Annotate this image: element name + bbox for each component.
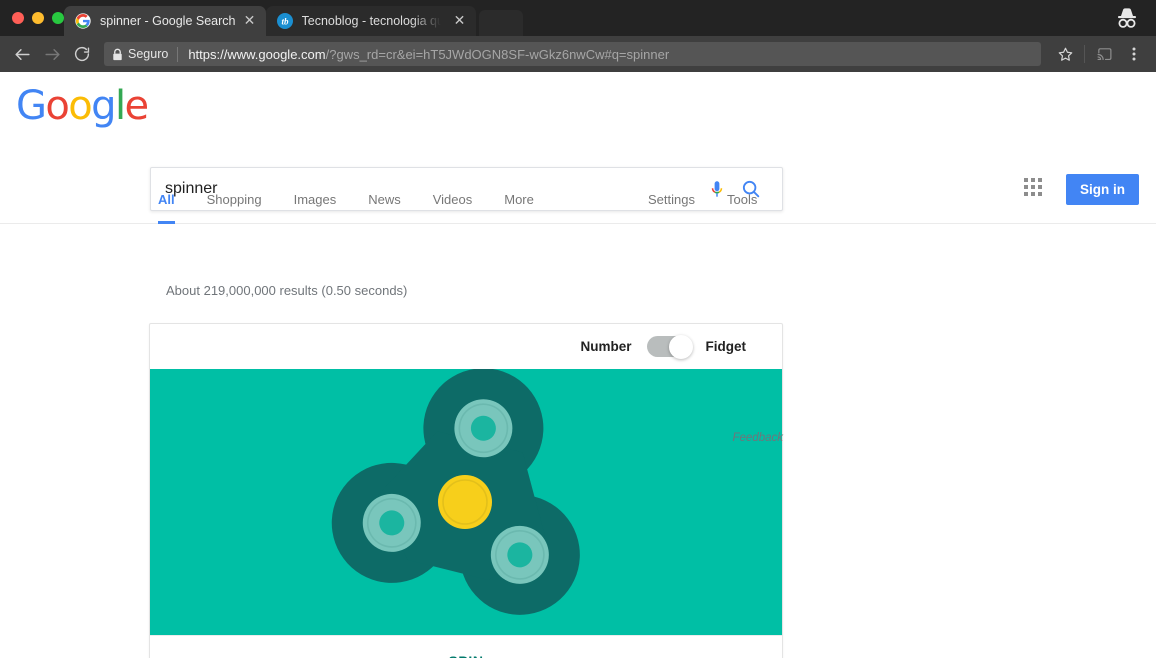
google-header: Google spinner Sign in: [0, 70, 1156, 211]
svg-text:tb: tb: [281, 17, 289, 27]
omnibox-divider: [177, 46, 179, 62]
tab-news[interactable]: News: [352, 176, 417, 224]
logo-letter-g: g: [91, 83, 116, 129]
spin-button[interactable]: SPIN: [448, 653, 483, 658]
url-path: /?gws_rd=cr&ei=hT5JWdOGN8SF-wGkz6nwCw#q=…: [325, 46, 670, 62]
lock-icon: [112, 48, 123, 61]
browser-tab-inactive[interactable]: tb Tecnoblog - tecnologia que int ✕: [265, 6, 476, 36]
tab-images[interactable]: Images: [278, 176, 353, 224]
secure-label: Seguro: [128, 47, 169, 61]
tab-title: spinner - Google Search: [100, 14, 236, 28]
spinner-stage[interactable]: [150, 369, 782, 635]
toolbar-divider: [1084, 45, 1085, 63]
number-fidget-toggle[interactable]: [646, 334, 693, 359]
button-tools[interactable]: Tools: [711, 176, 773, 224]
minimize-window-button[interactable]: [32, 12, 44, 24]
close-window-button[interactable]: [12, 12, 24, 24]
address-bar[interactable]: Seguro https://www.google.com/?gws_rd=cr…: [104, 42, 1041, 66]
search-nav-bar: All Shopping Images News Videos More Set…: [0, 176, 1156, 224]
browser-window: spinner - Google Search ✕ tb Tecnoblog -…: [0, 0, 1156, 658]
spinner-toggle-row: Number Fidget: [150, 324, 782, 369]
new-tab-area[interactable]: [478, 10, 523, 36]
logo-letter-G: G: [16, 83, 47, 129]
tab-title: Tecnoblog - tecnologia que int: [302, 14, 446, 28]
reload-icon[interactable]: [68, 40, 96, 68]
cast-icon[interactable]: [1090, 40, 1118, 68]
star-icon[interactable]: [1051, 40, 1079, 68]
search-nav-tools: Settings Tools: [640, 176, 773, 224]
browser-toolbar: Seguro https://www.google.com/?gws_rd=cr…: [0, 36, 1156, 72]
google-logo[interactable]: Google: [16, 70, 149, 129]
forward-arrow-icon: [38, 40, 66, 68]
tab-title-fade: [411, 14, 446, 28]
result-stats: About 219,000,000 results (0.50 seconds): [166, 283, 408, 298]
three-dot-menu-icon[interactable]: [1120, 40, 1148, 68]
tab-strip: spinner - Google Search ✕ tb Tecnoblog -…: [0, 0, 1156, 36]
toggle-knob: [668, 334, 693, 359]
address-bar-url: https://www.google.com/?gws_rd=cr&ei=hT5…: [188, 47, 669, 62]
feedback-link[interactable]: Feedback: [732, 432, 783, 444]
window-traffic-lights: [0, 12, 64, 36]
back-arrow-icon[interactable]: [8, 40, 36, 68]
tab-shopping[interactable]: Shopping: [191, 176, 278, 224]
toggle-label-fidget: Fidget: [705, 339, 747, 354]
logo-letter-e: e: [124, 83, 149, 129]
button-settings[interactable]: Settings: [640, 176, 711, 224]
google-favicon: [75, 13, 91, 29]
url-host: https://www.google.com: [188, 46, 326, 62]
tecnoblog-favicon: tb: [276, 13, 293, 29]
fidget-spinner-graphic[interactable]: [150, 369, 782, 635]
tab-close-button[interactable]: ✕: [242, 13, 258, 29]
maximize-window-button[interactable]: [52, 12, 64, 24]
google-search-page: Google spinner Sign in All Shopping Imag…: [0, 72, 1156, 658]
tab-close-button[interactable]: ✕: [452, 13, 468, 29]
toggle-label-number: Number: [580, 339, 632, 354]
tab-videos[interactable]: Videos: [417, 176, 489, 224]
search-nav-tabs: All Shopping Images News Videos More: [150, 176, 550, 224]
fidget-spinner-widget: Number Fidget: [149, 323, 783, 658]
browser-tab-active[interactable]: spinner - Google Search ✕: [64, 6, 266, 36]
spinner-hub: [438, 475, 492, 529]
incognito-icon: [1112, 4, 1142, 32]
tab-more[interactable]: More: [488, 176, 550, 224]
logo-letter-o2: o: [68, 83, 92, 129]
spinner-footer: SPIN: [150, 635, 782, 658]
logo-letter-o1: o: [45, 83, 69, 129]
tab-all[interactable]: All: [150, 176, 191, 224]
